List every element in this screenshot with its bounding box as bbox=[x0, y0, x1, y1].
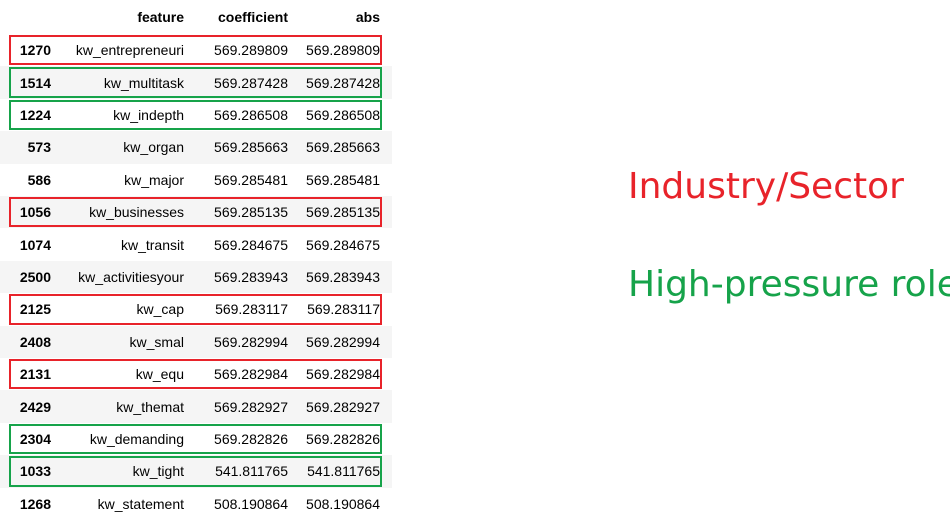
table-row: 2408 kw_smal 569.282994 569.282994 bbox=[0, 325, 392, 358]
table-row: 573 kw_organ 569.285663 569.285663 bbox=[0, 131, 392, 164]
column-header-feature: feature bbox=[137, 9, 184, 25]
row-index: 1268 bbox=[19, 495, 51, 512]
coefficient-cell: 569.282994 bbox=[214, 333, 288, 350]
row-index: 573 bbox=[27, 139, 51, 156]
feature-cell: kw_themat bbox=[116, 398, 184, 415]
feature-cell: kw_major bbox=[124, 171, 184, 188]
row-index: 2125 bbox=[19, 301, 51, 318]
row-index: 1074 bbox=[19, 236, 51, 253]
table-row: 1514 kw_multitask 569.287428 569.287428 bbox=[0, 66, 392, 99]
feature-cell: kw_cap bbox=[136, 301, 184, 318]
feature-cell: kw_activitiesyour bbox=[78, 268, 184, 285]
abs-cell: 569.287428 bbox=[306, 74, 380, 91]
table-row: 2500 kw_activitiesyour 569.283943 569.28394… bbox=[0, 260, 392, 294]
table-header: feature coefficient abs bbox=[0, 0, 392, 34]
row-index: 1224 bbox=[19, 106, 51, 123]
coefficient-cell: 569.286508 bbox=[214, 106, 288, 123]
feature-cell: kw_statement bbox=[97, 495, 184, 512]
table-row: 1268 kw_statement 508.190864 508.190864 bbox=[0, 488, 392, 520]
abs-cell: 569.282927 bbox=[306, 398, 380, 415]
row-index: 1056 bbox=[19, 204, 51, 221]
abs-cell: 569.282984 bbox=[306, 366, 380, 383]
table-row: 586 kw_major 569.285481 569.285481 bbox=[0, 164, 392, 196]
feature-cell: kw_multitask bbox=[103, 74, 184, 91]
row-index: 2304 bbox=[19, 430, 51, 447]
column-header-coefficient: coefficient bbox=[217, 9, 288, 25]
feature-cell: kw_tight bbox=[132, 463, 184, 480]
coefficient-cell: 569.283117 bbox=[215, 301, 288, 318]
feature-cell: kw_transit bbox=[120, 236, 184, 253]
table-row: 2125 kw_cap 569.283117 569.283117 bbox=[0, 293, 392, 325]
coefficient-cell: 541.811765 bbox=[215, 463, 288, 480]
feature-cell: kw_organ bbox=[123, 139, 184, 156]
table-row: 1074 kw_transit 569.284675 569.284675 bbox=[0, 228, 392, 260]
abs-cell: 569.285663 bbox=[306, 139, 380, 156]
coefficient-cell: 569.287428 bbox=[214, 74, 288, 91]
coefficient-cell: 569.289809 bbox=[214, 42, 288, 59]
coefficient-cell: 569.285135 bbox=[214, 204, 288, 221]
coefficient-cell: 569.283943 bbox=[214, 268, 288, 285]
legend-industry-sector: Industry/Sector bbox=[628, 166, 904, 207]
abs-cell: 569.283117 bbox=[307, 301, 380, 318]
abs-cell: 569.285135 bbox=[306, 204, 380, 221]
coefficient-cell: 569.282927 bbox=[214, 398, 288, 415]
row-index: 586 bbox=[27, 171, 51, 188]
feature-cell: kw_indepth bbox=[113, 106, 184, 123]
row-index: 1033 bbox=[19, 463, 51, 480]
feature-cell: kw_demanding bbox=[89, 430, 184, 447]
abs-cell: 569.284675 bbox=[306, 236, 380, 253]
row-index: 2500 bbox=[19, 268, 51, 285]
row-index: 1270 bbox=[19, 42, 51, 59]
feature-cell: kw_entrepreneuri bbox=[75, 42, 184, 59]
abs-cell: 569.285481 bbox=[306, 171, 380, 188]
table-row: 2429 kw_themat 569.282927 569.282927 bbox=[0, 390, 392, 423]
table-row: 1270 kw_entrepreneuri 569.289809 569.289809 bbox=[0, 34, 392, 66]
coefficient-cell: 569.285663 bbox=[214, 139, 288, 156]
table-row: 1033 kw_tight 541.811765 541.811765 bbox=[0, 455, 392, 488]
abs-cell: 569.286508 bbox=[306, 106, 380, 123]
coefficient-cell: 569.282826 bbox=[214, 430, 288, 447]
abs-cell: 569.289809 bbox=[306, 42, 380, 59]
abs-cell: 569.282994 bbox=[306, 333, 380, 350]
table-row: 1224 kw_indepth 569.286508 569.286508 bbox=[0, 99, 392, 131]
abs-cell: 508.190864 bbox=[306, 495, 380, 512]
coefficient-cell: 569.284675 bbox=[214, 236, 288, 253]
table-row: 2131 kw_equ 569.282984 569.282984 bbox=[0, 358, 392, 390]
table-row: 2304 kw_demanding 569.282826 569.282826 bbox=[0, 423, 392, 455]
row-index: 1514 bbox=[19, 74, 51, 91]
coefficient-cell: 569.285481 bbox=[214, 171, 288, 188]
coefficient-cell: 508.190864 bbox=[214, 495, 288, 512]
abs-cell: 541.811765 bbox=[307, 463, 380, 480]
column-header-abs: abs bbox=[355, 9, 380, 25]
legend-high-pressure-roles: High-pressure roles bbox=[628, 264, 950, 305]
feature-cell: kw_smal bbox=[129, 333, 184, 350]
abs-cell: 569.283943 bbox=[306, 268, 380, 285]
abs-cell: 569.282826 bbox=[306, 430, 380, 447]
table-row: 1056 kw_businesses 569.285135 569.285135 bbox=[0, 196, 392, 229]
row-index: 2131 bbox=[19, 366, 51, 383]
row-index: 2429 bbox=[19, 398, 51, 415]
coefficient-cell: 569.282984 bbox=[214, 366, 288, 383]
feature-cell: kw_equ bbox=[135, 366, 184, 383]
feature-cell: kw_businesses bbox=[89, 204, 184, 221]
row-index: 2408 bbox=[19, 333, 51, 350]
